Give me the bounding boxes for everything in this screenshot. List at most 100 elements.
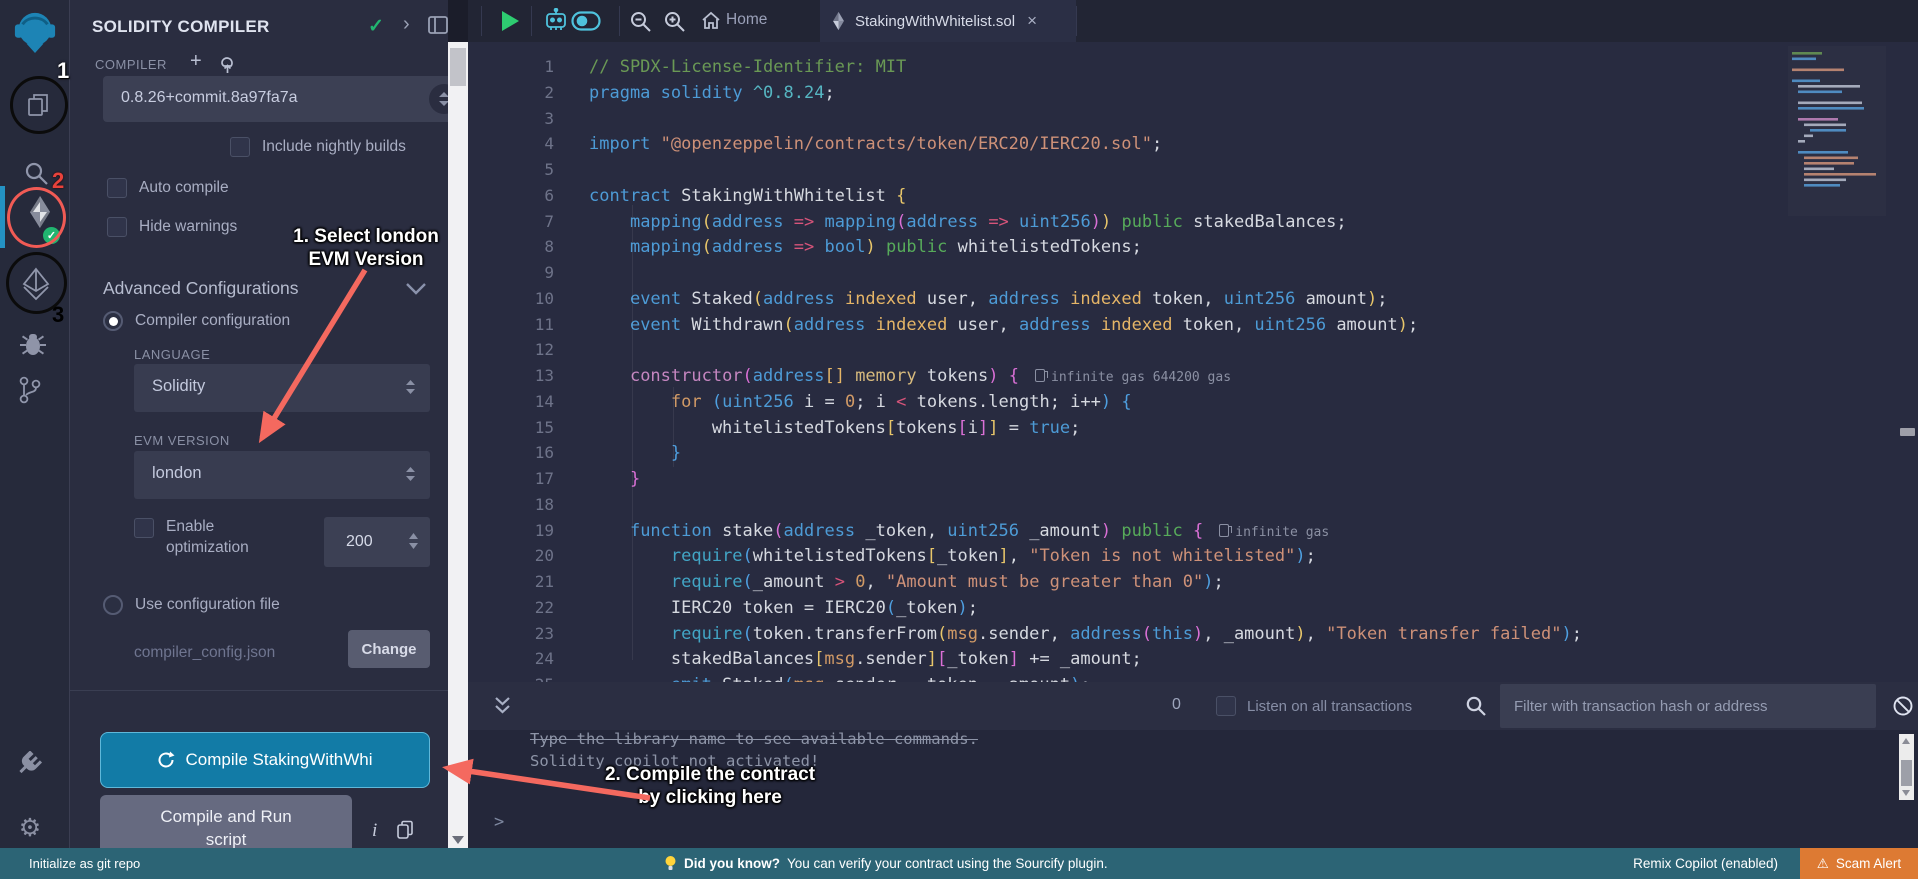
code-line[interactable]: 10 event Staked(address indexed user, ad… bbox=[468, 286, 1918, 312]
code-line[interactable]: 3 bbox=[468, 106, 1918, 132]
file-explorer-icon[interactable] bbox=[17, 83, 61, 127]
code-line[interactable]: 5 bbox=[468, 157, 1918, 183]
copy-icon[interactable] bbox=[396, 820, 414, 845]
code-line[interactable]: 22 IERC20 token = IERC20(_token); bbox=[468, 595, 1918, 621]
copilot-status[interactable]: Remix Copilot (enabled) bbox=[1633, 856, 1778, 871]
gear-icon: ⚙ bbox=[19, 813, 41, 843]
minimap[interactable] bbox=[1788, 46, 1886, 216]
code-text: constructor(address[] memory tokens) {in… bbox=[554, 366, 1231, 386]
language-select[interactable]: Solidity bbox=[134, 364, 430, 412]
code-text bbox=[554, 109, 589, 129]
code-line[interactable]: 21 require(_amount > 0, "Amount must be … bbox=[468, 569, 1918, 595]
evm-version-select[interactable]: london bbox=[134, 451, 430, 499]
line-number: 4 bbox=[468, 131, 554, 157]
change-config-button[interactable]: Change bbox=[348, 630, 430, 668]
copilot-toggle-icon[interactable] bbox=[571, 11, 601, 36]
panel-scrollbar-thumb[interactable] bbox=[450, 48, 466, 86]
code-line[interactable]: 13 constructor(address[] memory tokens) … bbox=[468, 363, 1918, 389]
code-line[interactable]: 15 whitelistedTokens[tokens[i]] = true; bbox=[468, 415, 1918, 441]
code-text: require(_amount > 0, "Amount must be gre… bbox=[554, 572, 1224, 592]
code-line[interactable]: 7 mapping(address => mapping(address => … bbox=[468, 209, 1918, 235]
terminal-scrollbar[interactable] bbox=[1899, 734, 1914, 800]
code-line[interactable]: 8 mapping(address => bool) public whitel… bbox=[468, 234, 1918, 260]
settings-icon[interactable]: ⚙ bbox=[8, 806, 52, 850]
scam-alert-button[interactable]: ⚠ Scam Alert bbox=[1800, 848, 1918, 879]
panel-scrollbar[interactable] bbox=[448, 42, 468, 848]
debugger-icon[interactable] bbox=[11, 322, 55, 366]
enable-optimization-label: Enableoptimization bbox=[166, 516, 249, 558]
code-line[interactable]: 6contract StakingWithWhitelist { bbox=[468, 183, 1918, 209]
panel-expand-icon[interactable]: › bbox=[403, 13, 410, 36]
code-line[interactable]: 1// SPDX-License-Identifier: MIT bbox=[468, 54, 1918, 80]
code-text: IERC20 token = IERC20(_token); bbox=[554, 598, 978, 618]
code-line[interactable]: 18 bbox=[468, 492, 1918, 518]
code-line[interactable]: 9 bbox=[468, 260, 1918, 286]
compile-button[interactable]: Compile StakingWithWhi bbox=[100, 732, 430, 788]
terminal-scrollbar-thumb[interactable] bbox=[1901, 760, 1912, 786]
scrollbar-down-arrow-icon[interactable] bbox=[452, 836, 464, 844]
code-line[interactable]: 19 function stake(address _token, uint25… bbox=[468, 518, 1918, 544]
include-nightly-checkbox[interactable] bbox=[230, 137, 250, 157]
compiler-version-select[interactable]: 0.8.26+commit.8a97fa7a bbox=[103, 76, 448, 122]
advanced-collapse-icon[interactable] bbox=[405, 282, 427, 301]
terminal: 0 Listen on all transactions Type the li… bbox=[468, 682, 1918, 848]
code-editor[interactable]: 1// SPDX-License-Identifier: MIT2pragma … bbox=[468, 42, 1918, 682]
code-line[interactable]: 14 for (uint256 i = 0; i < tokens.length… bbox=[468, 389, 1918, 415]
line-number: 22 bbox=[468, 595, 554, 621]
scrollbar-down-arrow-icon[interactable] bbox=[1902, 790, 1910, 796]
listen-all-transactions-checkbox[interactable] bbox=[1216, 696, 1236, 716]
code-line[interactable]: 11 event Withdrawn(address indexed user,… bbox=[468, 312, 1918, 338]
plugin-manager-icon[interactable] bbox=[8, 744, 52, 788]
info-icon[interactable]: i bbox=[372, 820, 377, 842]
terminal-expand-icon[interactable] bbox=[493, 695, 512, 721]
deploy-run-icon[interactable] bbox=[14, 262, 58, 306]
ai-copilot-robot-icon[interactable] bbox=[543, 8, 569, 39]
compiler-section-label: COMPILER bbox=[95, 57, 167, 72]
code-line[interactable]: 24 stakedBalances[msg.sender][_token] +=… bbox=[468, 646, 1918, 672]
code-line[interactable]: 16 } bbox=[468, 440, 1918, 466]
optimization-runs-input[interactable] bbox=[324, 517, 430, 567]
line-number: 21 bbox=[468, 569, 554, 595]
code-text bbox=[554, 340, 589, 360]
code-line[interactable]: 20 require(whitelistedTokens[_token], "T… bbox=[468, 543, 1918, 569]
toolbar-divider bbox=[1076, 6, 1077, 36]
code-line[interactable]: 12 bbox=[468, 337, 1918, 363]
use-configuration-file-radio[interactable] bbox=[103, 595, 123, 615]
code-line[interactable]: 23 require(token.transferFrom(msg.sender… bbox=[468, 621, 1918, 647]
code-text: require(whitelistedTokens[_token], "Toke… bbox=[554, 546, 1316, 566]
transaction-filter-input[interactable] bbox=[1500, 684, 1876, 728]
clear-terminal-icon[interactable] bbox=[1892, 695, 1914, 722]
home-icon[interactable] bbox=[701, 11, 721, 35]
gas-pump-icon bbox=[1035, 369, 1045, 382]
zoom-out-icon[interactable] bbox=[629, 10, 652, 38]
scrollbar-up-arrow-icon[interactable] bbox=[1902, 738, 1910, 744]
code-line[interactable]: 2pragma solidity ^0.8.24; bbox=[468, 80, 1918, 106]
hide-warnings-checkbox[interactable] bbox=[107, 217, 127, 237]
code-line[interactable]: 25 emit Staked(msg.sender, _token, _amou… bbox=[468, 672, 1918, 682]
solidity-compiler-panel: SOLIDITY COMPILER ✓ › COMPILER + 0.8.26+… bbox=[70, 0, 448, 848]
git-icon[interactable] bbox=[8, 368, 52, 412]
auto-compile-checkbox[interactable] bbox=[107, 178, 127, 198]
git-init-status[interactable]: Initialize as git repo bbox=[29, 856, 140, 871]
terminal-search-icon[interactable] bbox=[1465, 695, 1487, 722]
tab-close-icon[interactable]: × bbox=[1027, 11, 1037, 31]
enable-optimization-checkbox[interactable] bbox=[134, 518, 154, 538]
add-compiler-icon[interactable]: + bbox=[190, 50, 202, 73]
zoom-in-icon[interactable] bbox=[663, 10, 686, 38]
compile-status-check-icon[interactable]: ✓ bbox=[368, 15, 384, 38]
editor-scroll-marker[interactable] bbox=[1900, 428, 1915, 436]
code-line[interactable]: 4import "@openzeppelin/contracts/token/E… bbox=[468, 131, 1918, 157]
compile-and-run-button[interactable]: Compile and Runscript bbox=[100, 795, 352, 848]
gas-pump-icon bbox=[1219, 524, 1229, 537]
search-icon[interactable] bbox=[14, 151, 58, 195]
terminal-prompt[interactable]: > bbox=[494, 812, 504, 832]
code-text: require(token.transferFrom(msg.sender, a… bbox=[554, 624, 1582, 644]
run-script-icon[interactable] bbox=[500, 10, 520, 37]
compiler-configuration-radio[interactable] bbox=[103, 311, 123, 331]
code-line[interactable]: 17 } bbox=[468, 466, 1918, 492]
remix-logo[interactable] bbox=[13, 10, 57, 54]
home-tab[interactable]: Home bbox=[726, 11, 767, 29]
tab-staking-with-whitelist[interactable]: StakingWithWhitelist.sol × bbox=[820, 0, 1076, 42]
pin-panel-icon[interactable] bbox=[428, 16, 448, 39]
did-you-know-tip: Did you know? You can verify your contra… bbox=[664, 855, 1108, 872]
